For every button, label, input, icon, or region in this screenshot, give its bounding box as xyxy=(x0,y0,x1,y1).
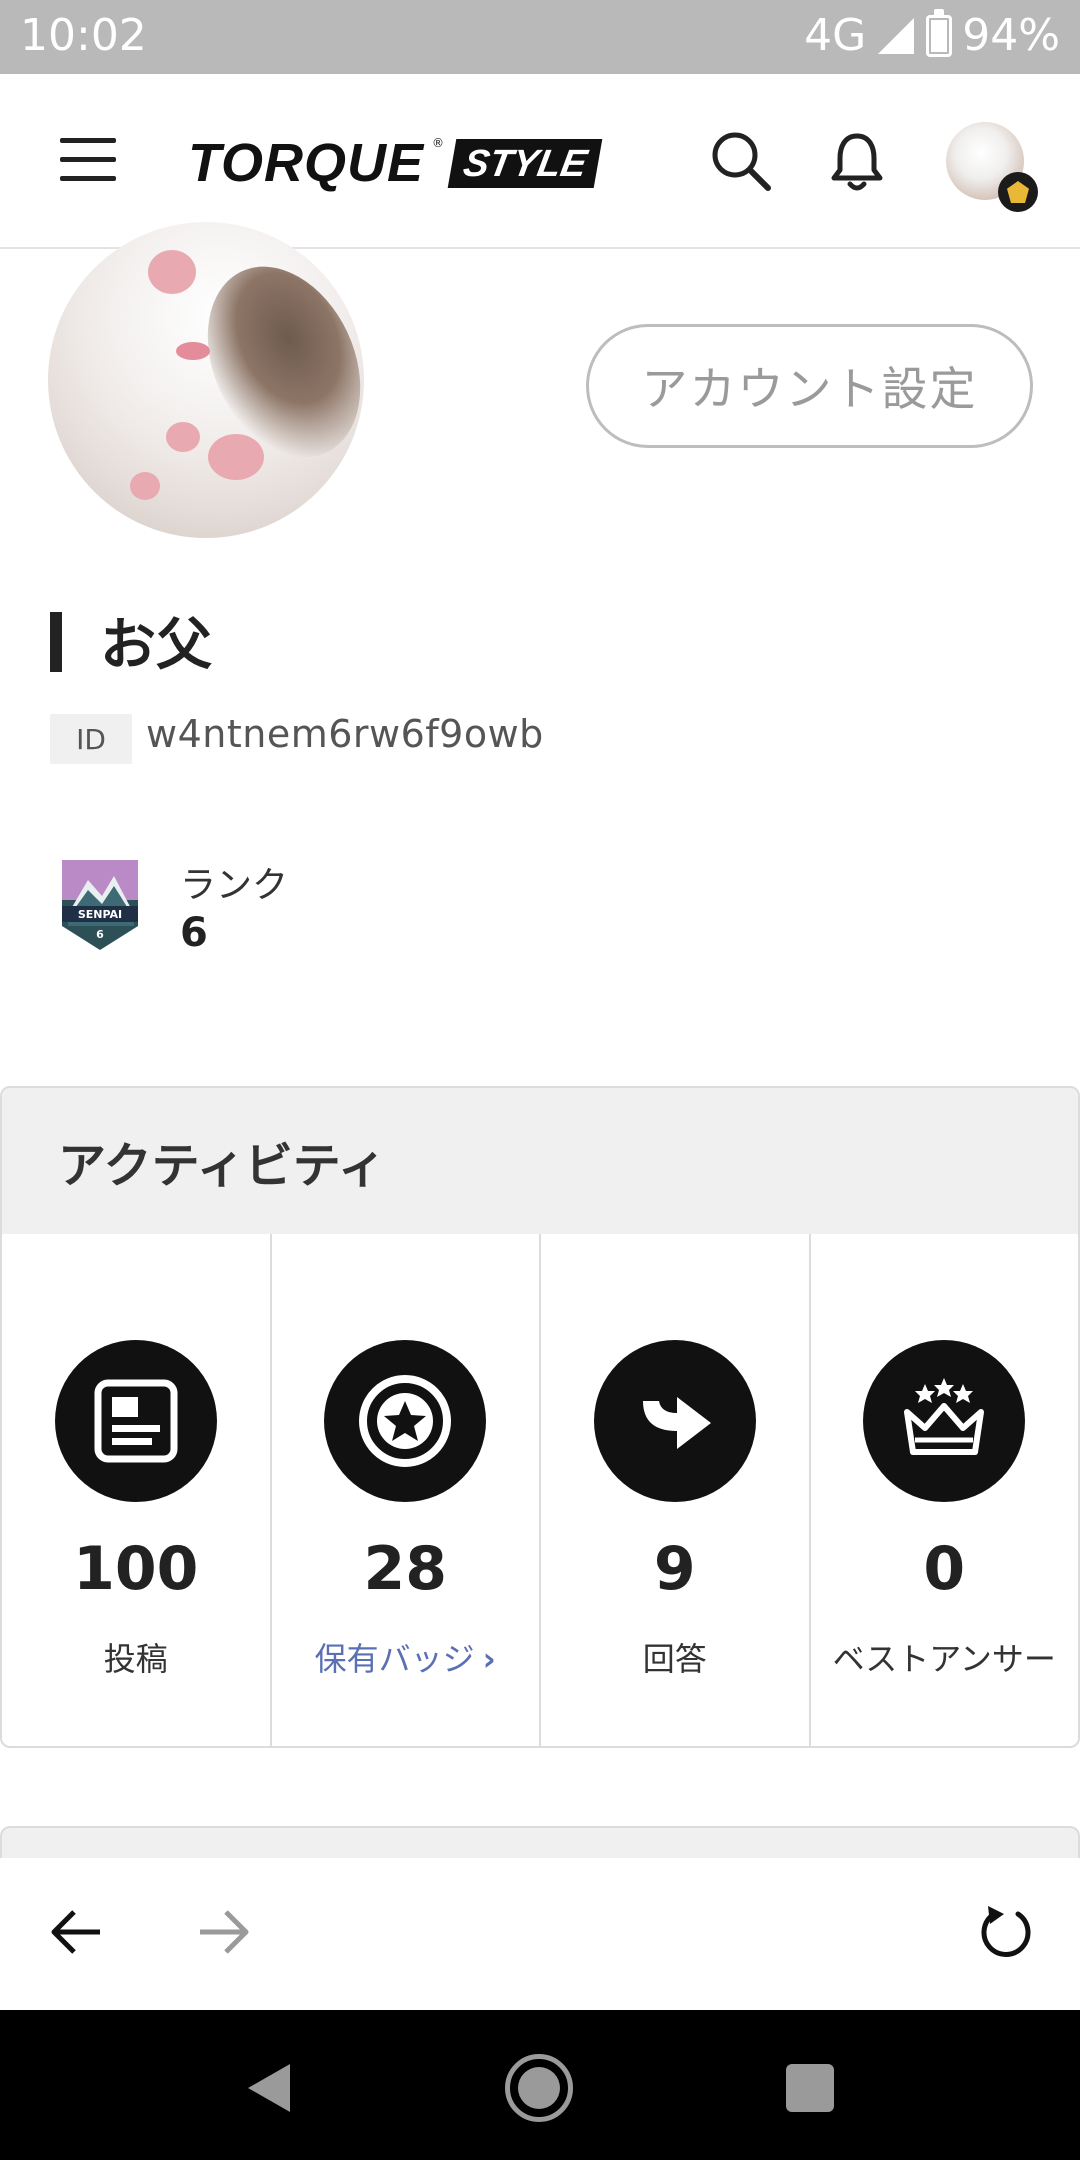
logo-style: STYLE xyxy=(447,138,603,188)
network-label: 4G xyxy=(804,10,867,61)
battery-percent: 94% xyxy=(962,10,1060,61)
activity-answers[interactable]: 9 回答 xyxy=(541,1234,811,1746)
badges-label: 保有バッジ xyxy=(314,1640,475,1678)
status-right: 4G 94% xyxy=(804,8,1060,61)
browser-nav-bar xyxy=(0,1858,1080,2010)
search-icon[interactable] xyxy=(706,126,776,196)
activity-posts[interactable]: 100 投稿 xyxy=(2,1234,272,1746)
answers-label: 回答 xyxy=(642,1640,707,1678)
badge-star-icon xyxy=(324,1340,487,1502)
logo-torque: TORQUE xyxy=(188,133,425,193)
user-avatar[interactable] xyxy=(946,122,1038,212)
logo-registered: ® xyxy=(432,136,445,150)
badges-count: 28 xyxy=(363,1534,448,1604)
chevron-right-icon: › xyxy=(482,1640,496,1678)
profile-avatar xyxy=(48,222,364,538)
rank-mini-badge-icon xyxy=(998,172,1038,212)
post-icon xyxy=(54,1340,217,1502)
forward-arrow-icon[interactable] xyxy=(194,1902,254,1962)
rank-label: ランク xyxy=(180,865,289,906)
answers-count: 9 xyxy=(653,1534,696,1604)
reload-icon[interactable] xyxy=(974,1900,1038,1964)
system-recents-icon[interactable] xyxy=(786,2064,834,2112)
battery-icon xyxy=(926,8,953,57)
system-nav-bar xyxy=(0,2010,1080,2160)
battery-fill xyxy=(931,19,948,52)
menu-icon[interactable] xyxy=(60,138,116,182)
activity-best-answers[interactable]: 0 ベストアンサー xyxy=(811,1234,1079,1746)
back-arrow-icon[interactable] xyxy=(46,1902,106,1962)
activity-cells: 100 投稿 28 保有バッジ › 9 回答 0 ベストアンサー xyxy=(2,1234,1079,1746)
bell-icon[interactable] xyxy=(822,126,892,196)
status-time: 10:02 xyxy=(20,10,147,61)
posts-label: 投稿 xyxy=(103,1640,168,1678)
id-label: ID xyxy=(50,714,132,764)
badges-link[interactable]: 保有バッジ › xyxy=(272,1634,540,1680)
name-accent-bar xyxy=(50,612,62,672)
rank-value: 6 xyxy=(180,910,208,956)
best-answers-count: 0 xyxy=(923,1534,966,1604)
activity-title: アクティビティ xyxy=(2,1088,1078,1234)
status-bar: 10:02 4G 94% xyxy=(0,0,1080,74)
crown-icon xyxy=(863,1340,1026,1502)
posts-count: 100 xyxy=(73,1534,199,1604)
signal-icon xyxy=(878,17,915,54)
reply-arrow-icon xyxy=(593,1340,756,1502)
system-back-icon[interactable] xyxy=(244,2062,292,2114)
account-settings-button[interactable]: アカウント設定 xyxy=(586,324,1033,448)
activity-badges[interactable]: 28 保有バッジ › xyxy=(272,1234,541,1746)
rank-badge-text: SENPAI xyxy=(78,908,122,921)
profile-name: お父 xyxy=(100,613,212,678)
torque-style-logo[interactable]: TORQUE ® STYLE xyxy=(188,132,603,194)
rank-badge-icon: SENPAI 6 xyxy=(62,860,138,950)
activity-card: アクティビティ 100 投稿 28 保有バッジ › 9 回答 0 ベストアンサー xyxy=(0,1086,1080,1748)
rank-badge-number: 6 xyxy=(96,928,104,941)
id-value: w4ntnem6rw6f9owb xyxy=(146,712,544,756)
site-header: TORQUE ® STYLE xyxy=(0,74,1080,249)
best-answers-label: ベストアンサー xyxy=(832,1640,1056,1678)
system-home-icon[interactable] xyxy=(505,2054,573,2122)
